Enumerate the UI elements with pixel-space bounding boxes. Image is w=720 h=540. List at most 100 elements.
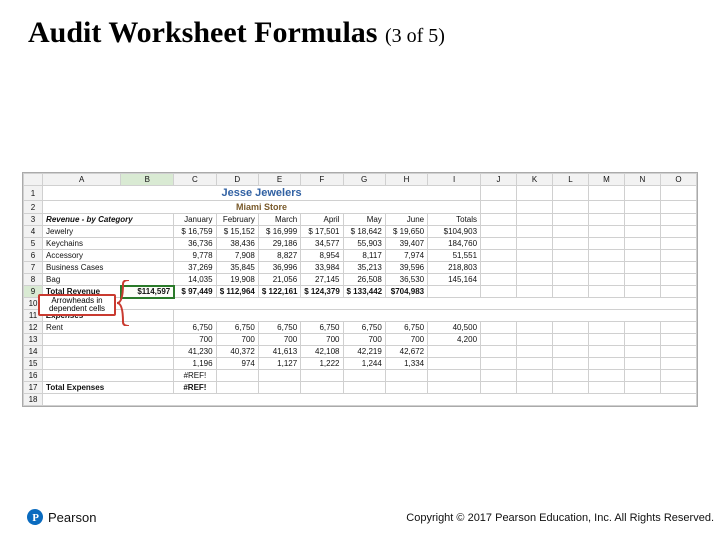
row-head: 3: [24, 214, 43, 226]
col-head: M: [588, 174, 624, 186]
cell: 27,145: [301, 274, 343, 286]
row-head: 13: [24, 334, 43, 346]
col-head: A: [43, 174, 121, 186]
cell: 8,954: [301, 250, 343, 262]
cell: 40,500: [428, 322, 481, 334]
table-row: 7 Business Cases 37,269 35,845 36,996 33…: [24, 262, 697, 274]
col-head: B: [121, 174, 174, 186]
cell: $ 16,759: [174, 226, 216, 238]
cell: 39,596: [385, 262, 427, 274]
slide-title: Audit Worksheet Formulas (3 of 5): [28, 16, 445, 50]
cell: 36,996: [258, 262, 300, 274]
col-head: D: [216, 174, 258, 186]
col-head: O: [660, 174, 696, 186]
cell: $104,903: [428, 226, 481, 238]
cell: 1,196: [174, 358, 216, 370]
col-head: K: [517, 174, 553, 186]
cell: 700: [258, 334, 300, 346]
row-label: Keychains: [43, 238, 174, 250]
cell: 6,750: [258, 322, 300, 334]
cell: 14,035: [174, 274, 216, 286]
month-label: June: [385, 214, 427, 226]
cell: 7,974: [385, 250, 427, 262]
cell: 700: [343, 334, 385, 346]
row-label: [43, 358, 174, 370]
revenue-header-row: 3 Revenue - by Category January February…: [24, 214, 697, 226]
cell: 974: [216, 358, 258, 370]
cell: 35,845: [216, 262, 258, 274]
table-row: 6 Accessory 9,778 7,908 8,827 8,954 8,11…: [24, 250, 697, 262]
row-head: 1: [24, 186, 43, 201]
cell: 42,219: [343, 346, 385, 358]
cell: 8,827: [258, 250, 300, 262]
title-main: Audit Worksheet Formulas: [28, 16, 377, 49]
svg-text:P: P: [32, 512, 39, 524]
cell: $ 16,999: [258, 226, 300, 238]
row-head: 18: [24, 394, 43, 406]
row-head: 14: [24, 346, 43, 358]
cell: 6,750: [216, 322, 258, 334]
cell: 7,908: [216, 250, 258, 262]
col-head: H: [385, 174, 427, 186]
month-label: April: [301, 214, 343, 226]
pearson-wordmark: Pearson: [48, 510, 96, 525]
cell: $ 133,442: [343, 286, 385, 298]
cell: [428, 346, 481, 358]
cell: 35,213: [343, 262, 385, 274]
col-head: G: [343, 174, 385, 186]
cell-error: #REF!: [174, 382, 216, 394]
pearson-logo: P Pearson: [26, 508, 96, 526]
table-row: 13 700 700 700 700 700 700 4,200: [24, 334, 697, 346]
brand-title: Jesse Jewelers: [43, 186, 481, 201]
month-label: March: [258, 214, 300, 226]
cell: 55,903: [343, 238, 385, 250]
col-head: E: [258, 174, 300, 186]
total-expenses-row: 17 Total Expenses #REF!: [24, 382, 697, 394]
cell: [428, 358, 481, 370]
row-head: 16: [24, 370, 43, 382]
cell: 42,108: [301, 346, 343, 358]
total-expenses-label: Total Expenses: [43, 382, 174, 394]
cell: $ 124,379: [301, 286, 343, 298]
table-row: 16 #REF!: [24, 370, 697, 382]
month-label: January: [174, 214, 216, 226]
cell: 6,750: [385, 322, 427, 334]
cell: 36,530: [385, 274, 427, 286]
corner-cell: [24, 174, 43, 186]
row-head: 8: [24, 274, 43, 286]
row-label: Rent: [43, 322, 174, 334]
cell: 41,230: [174, 346, 216, 358]
cell: 1,334: [385, 358, 427, 370]
table-row: 18: [24, 394, 697, 406]
cell: 184,760: [428, 238, 481, 250]
cell: 700: [385, 334, 427, 346]
cell: 6,750: [343, 322, 385, 334]
row-head: 2: [24, 201, 43, 214]
row-label: [43, 346, 174, 358]
col-head: N: [624, 174, 660, 186]
cell: 218,803: [428, 262, 481, 274]
column-header-row: A B C D E F G H I J K L M N O: [24, 174, 697, 186]
row-label: [43, 334, 174, 346]
cell: $ 19,650: [385, 226, 427, 238]
cell: 39,407: [385, 238, 427, 250]
cell: $ 18,642: [343, 226, 385, 238]
cell: $ 122,161: [258, 286, 300, 298]
cell: $ 112,964: [216, 286, 258, 298]
col-head: L: [552, 174, 588, 186]
cell: 42,672: [385, 346, 427, 358]
cell: 34,577: [301, 238, 343, 250]
cell: 36,736: [174, 238, 216, 250]
cell: 1,127: [258, 358, 300, 370]
callout-arrowheads: Arrowheads in dependent cells: [38, 294, 116, 316]
table-row: 4 Jewelry $ 16,759 $ 15,152 $ 16,999 $ 1…: [24, 226, 697, 238]
cell: $ 15,152: [216, 226, 258, 238]
cell: 4,200: [428, 334, 481, 346]
month-label: May: [343, 214, 385, 226]
cell: $704,983: [385, 286, 427, 298]
table-row: 5 Keychains 36,736 38,436 29,186 34,577 …: [24, 238, 697, 250]
cell: 29,186: [258, 238, 300, 250]
pearson-p-icon: P: [26, 508, 44, 526]
cell: 700: [174, 334, 216, 346]
row-head: 12: [24, 322, 43, 334]
